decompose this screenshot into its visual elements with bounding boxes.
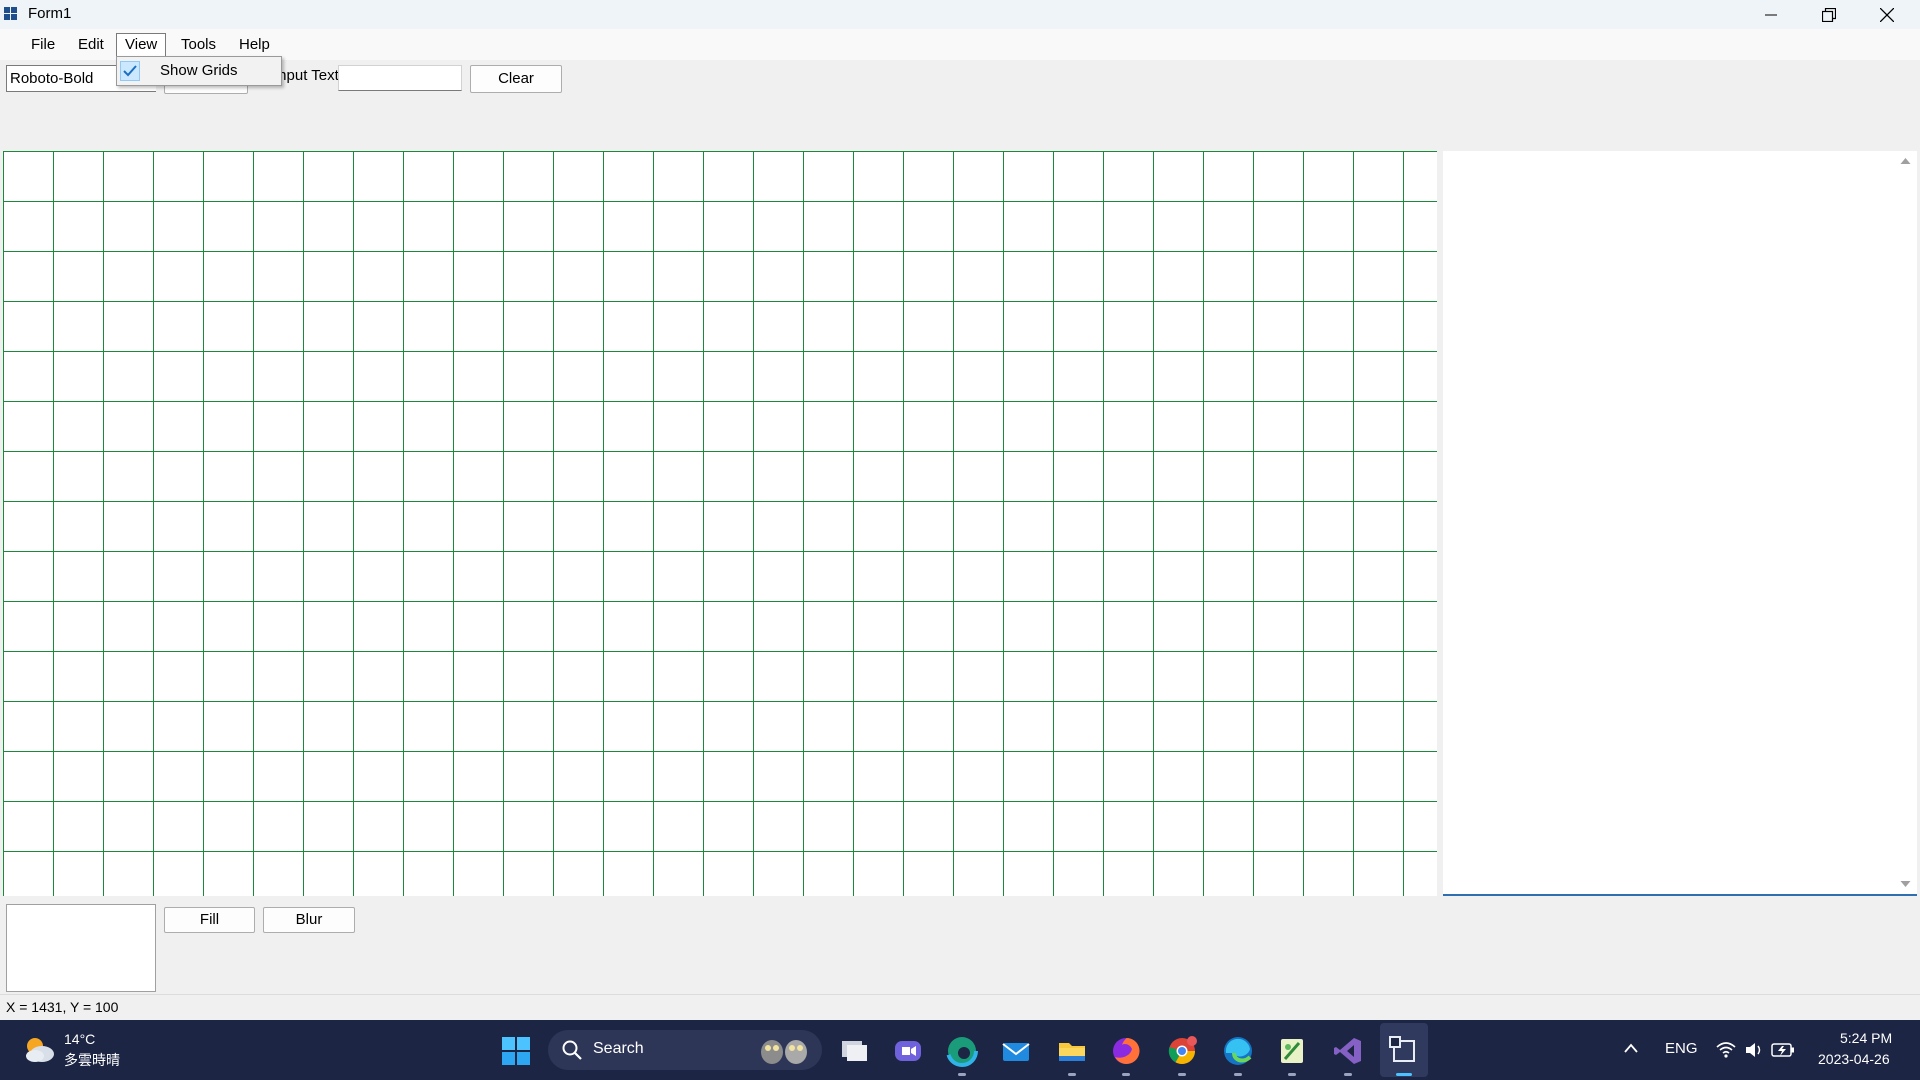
preview-box (6, 904, 156, 992)
weather-desc: 多雲時晴 (64, 1052, 120, 1068)
view-dropdown-menu: Show Grids (116, 56, 282, 86)
menu-edit[interactable]: Edit (69, 33, 113, 57)
search-label: Search (593, 1040, 644, 1057)
taskbar: 14°C 多雲時晴 Search ENG 5:24 PM 2023-04-26 (0, 1020, 1920, 1080)
minimize-button[interactable] (1742, 0, 1800, 29)
paint-app-icon[interactable] (1276, 1035, 1308, 1076)
window-title: Form1 (28, 5, 72, 22)
clock-date[interactable]: 2023-04-26 (1818, 1051, 1890, 1067)
tray-status-icons[interactable] (1715, 1040, 1795, 1062)
minimize-icon (1765, 14, 1777, 15)
clear-button[interactable]: Clear (470, 65, 562, 93)
status-bar: X = 1431, Y = 100 (0, 994, 1920, 1020)
clock-time[interactable]: 5:24 PM (1840, 1030, 1892, 1046)
output-list-panel[interactable] (1443, 151, 1917, 896)
checkmark-icon (120, 61, 140, 81)
edge-dev-icon[interactable] (946, 1035, 978, 1076)
restore-button[interactable] (1800, 0, 1858, 29)
arrow-up-icon[interactable] (1900, 157, 1911, 165)
font-select-value: Roboto-Bold (10, 70, 94, 87)
search-highlight-icon (761, 1040, 807, 1064)
start-icon[interactable] (502, 1037, 530, 1065)
restore-icon (1822, 7, 1836, 22)
drawing-canvas[interactable] (3, 151, 1437, 896)
menu-tools[interactable]: Tools (172, 33, 225, 57)
task-view-icon[interactable] (838, 1035, 870, 1067)
weather-icon[interactable] (22, 1034, 56, 1064)
file-explorer-icon[interactable] (1056, 1035, 1088, 1076)
taskbar-search-box[interactable]: Search (548, 1030, 822, 1070)
close-icon (1880, 7, 1894, 22)
language-indicator[interactable]: ENG (1665, 1040, 1698, 1057)
arrow-down-icon[interactable] (1900, 880, 1911, 888)
menu-view[interactable]: View (116, 33, 167, 57)
edge-icon[interactable] (1222, 1035, 1254, 1076)
title-bar: Form1 (0, 0, 1920, 29)
app-icon (4, 7, 18, 21)
show-grids-menu-item[interactable]: Show Grids (117, 57, 281, 85)
form1-app-icon[interactable] (1388, 1035, 1420, 1076)
input-text-field[interactable] (338, 65, 462, 91)
fill-button[interactable]: Fill (164, 907, 255, 933)
menu-bar: File Edit View Tools Help (0, 29, 1920, 60)
chevron-up-icon[interactable] (1623, 1042, 1639, 1054)
menu-help[interactable]: Help (230, 33, 279, 57)
grid-overlay (3, 151, 1437, 896)
input-text-label: Input Text: (274, 67, 343, 84)
blur-button[interactable]: Blur (263, 907, 355, 933)
close-button[interactable] (1858, 0, 1916, 29)
volume-icon (1746, 1043, 1761, 1057)
mail-icon[interactable] (1000, 1035, 1032, 1067)
show-grids-label: Show Grids (160, 62, 238, 79)
weather-temp: 14°C (64, 1031, 96, 1047)
firefox-icon[interactable] (1110, 1035, 1142, 1076)
search-icon (562, 1040, 582, 1060)
wifi-icon (1716, 1042, 1736, 1058)
visual-studio-icon[interactable] (1332, 1035, 1364, 1076)
teams-chat-icon[interactable] (892, 1035, 924, 1067)
menu-file[interactable]: File (22, 33, 64, 57)
chrome-icon[interactable] (1166, 1035, 1198, 1076)
coordinates-status: X = 1431, Y = 100 (6, 999, 119, 1015)
battery-icon (1771, 1043, 1794, 1057)
